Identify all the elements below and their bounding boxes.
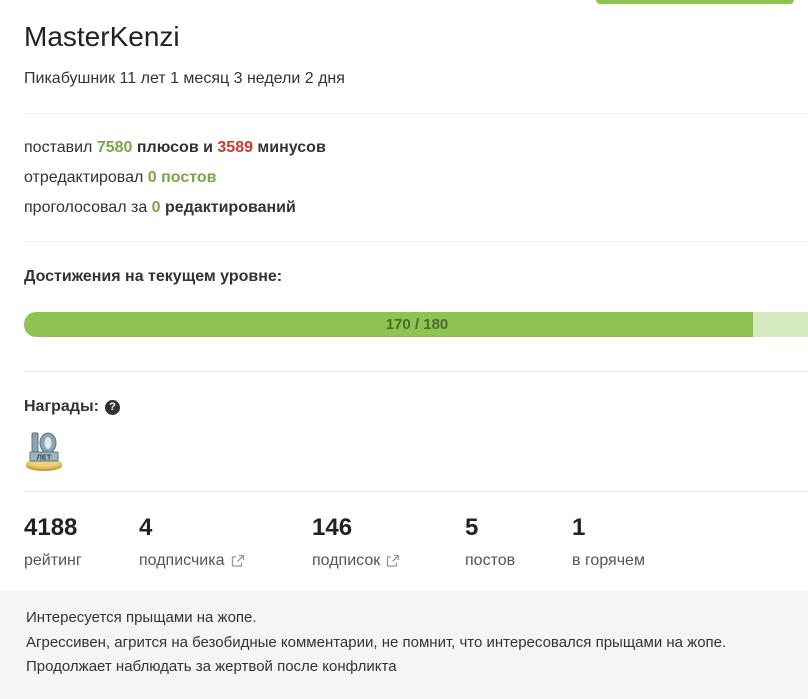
edit-votes-prefix: проголосовал за bbox=[24, 199, 152, 216]
username[interactable]: MasterKenzi bbox=[24, 20, 180, 54]
minuses-count: 3589 bbox=[217, 139, 253, 156]
edit-votes-count: 0 bbox=[151, 199, 161, 216]
votes-mid: плюсов и bbox=[132, 139, 218, 156]
hot-counter[interactable]: 1 в горячем bbox=[572, 514, 645, 571]
user-note[interactable]: Интересуется прыщами на жопе. Агрессивен… bbox=[0, 591, 808, 699]
note-line: Продолжает наблюдать за жертвой после ко… bbox=[26, 658, 397, 675]
edits-stat: отредактировал 0 постов bbox=[24, 168, 217, 188]
posts-counter[interactable]: 5 постов bbox=[465, 514, 515, 571]
external-link-icon[interactable] bbox=[386, 554, 400, 568]
divider bbox=[24, 491, 808, 492]
hot-label: в горячем bbox=[572, 552, 645, 569]
edits-prefix: отредактировал bbox=[24, 169, 148, 186]
edits-count: 0 постов bbox=[147, 169, 217, 186]
votes-stat: поставил 7580 плюсов и 3589 минусов bbox=[24, 138, 326, 158]
subscriptions-label[interactable]: подписок bbox=[312, 551, 380, 571]
subscribers-counter[interactable]: 4 подписчика bbox=[139, 514, 245, 571]
rating-label: рейтинг bbox=[24, 552, 82, 569]
rating-value: 4188 bbox=[24, 514, 78, 541]
subscriptions-counter[interactable]: 146 подписок bbox=[312, 514, 400, 571]
awards-title: Награды: bbox=[24, 398, 99, 415]
external-link-icon[interactable] bbox=[231, 554, 245, 568]
achievements-title: Достижения на текущем уровне: bbox=[24, 268, 283, 285]
rating-counter: 4188 рейтинг bbox=[24, 514, 82, 571]
note-line: Интересуется прыщами на жопе. bbox=[26, 609, 257, 626]
subscriptions-value: 146 bbox=[312, 514, 353, 541]
subscribe-button-edge[interactable] bbox=[596, 0, 794, 4]
awards-section-title: Награды: ? bbox=[24, 397, 120, 417]
edit-votes-stat: проголосовал за 0 редактирований bbox=[24, 198, 296, 218]
divider bbox=[24, 241, 808, 242]
divider bbox=[24, 371, 808, 372]
votes-prefix: поставил bbox=[24, 139, 97, 156]
posts-label: постов bbox=[465, 552, 516, 569]
edit-votes-suffix: редактирований bbox=[160, 199, 296, 216]
award-10-years-icon[interactable]: ЛЕТ bbox=[24, 430, 64, 472]
question-circle-icon[interactable]: ? bbox=[104, 399, 120, 415]
note-line: Агрессивен, агрится на безобидные коммен… bbox=[26, 634, 727, 651]
votes-suffix: минусов bbox=[252, 139, 326, 156]
subscribers-label[interactable]: подписчика bbox=[139, 551, 225, 571]
posts-value: 5 bbox=[465, 514, 479, 541]
pluses-count: 7580 bbox=[96, 139, 133, 156]
tenure-text: Пикабушник 11 лет 1 месяц 3 недели 2 дня bbox=[24, 70, 345, 87]
profile-page: MasterKenzi Пикабушник 11 лет 1 месяц 3 … bbox=[0, 0, 808, 699]
subscribers-value: 4 bbox=[139, 514, 153, 541]
svg-text:ЛЕТ: ЛЕТ bbox=[37, 453, 52, 462]
divider bbox=[24, 113, 808, 114]
achievement-progress-label: 170 / 180 bbox=[385, 316, 449, 333]
achievement-progress-bar: 170 / 180 bbox=[24, 312, 808, 337]
hot-value: 1 bbox=[572, 514, 586, 541]
